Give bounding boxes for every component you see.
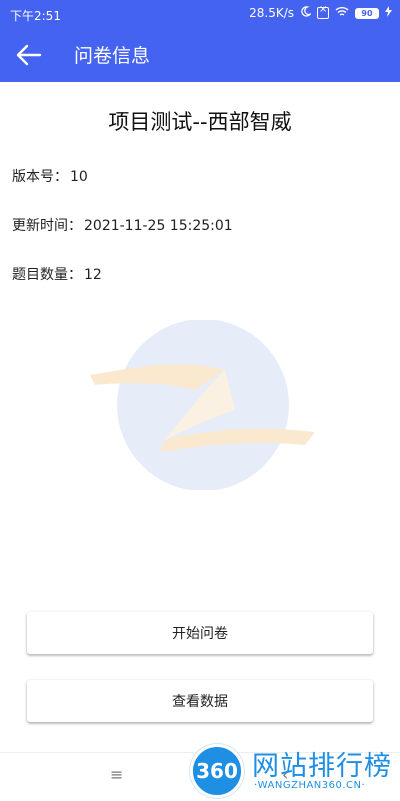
back-button[interactable] bbox=[8, 34, 50, 76]
charging-icon bbox=[385, 6, 392, 20]
wifi-icon bbox=[335, 6, 349, 20]
version-value: 10 bbox=[70, 169, 88, 185]
status-right: 28.5K/s 90 bbox=[249, 4, 392, 20]
menu-icon[interactable]: ≡ bbox=[110, 765, 123, 784]
top-bar: 下午2:51 28.5K/s 90 问卷信息 bbox=[0, 0, 400, 82]
version-row: 版本号： 10 bbox=[12, 166, 88, 186]
view-data-button[interactable]: 查看数据 bbox=[27, 680, 373, 722]
updated-label: 更新时间： bbox=[12, 218, 82, 234]
survey-title: 项目测试--西部智威 bbox=[108, 110, 292, 134]
count-label: 题目数量： bbox=[12, 267, 82, 283]
network-speed: 28.5K/s bbox=[249, 6, 294, 20]
brand-logo: 360 bbox=[190, 744, 244, 798]
brand-name: 网站排行榜 bbox=[252, 751, 392, 782]
start-survey-button[interactable]: 开始问卷 bbox=[27, 612, 373, 654]
close-box-icon bbox=[317, 4, 329, 19]
count-row: 题目数量： 12 bbox=[12, 264, 102, 284]
brand-watermark: 360 网站排行榜 ·WANGZHAN360.CN· bbox=[190, 742, 400, 800]
count-value: 12 bbox=[84, 267, 102, 283]
status-time: 下午2:51 bbox=[10, 9, 61, 23]
logo-watermark bbox=[90, 320, 315, 490]
version-label: 版本号： bbox=[12, 169, 68, 185]
brand-url: ·WANGZHAN360.CN· bbox=[254, 780, 366, 791]
battery-icon: 90 bbox=[355, 7, 379, 19]
arrow-left-icon bbox=[16, 44, 42, 66]
status-bar: 下午2:51 28.5K/s 90 bbox=[0, 0, 400, 28]
app-bar: 问卷信息 bbox=[0, 28, 400, 82]
updated-value: 2021-11-25 15:25:01 bbox=[84, 218, 233, 234]
page-title: 问卷信息 bbox=[74, 45, 151, 67]
updated-row: 更新时间： 2021-11-25 15:25:01 bbox=[12, 215, 233, 235]
moon-icon bbox=[300, 6, 313, 20]
